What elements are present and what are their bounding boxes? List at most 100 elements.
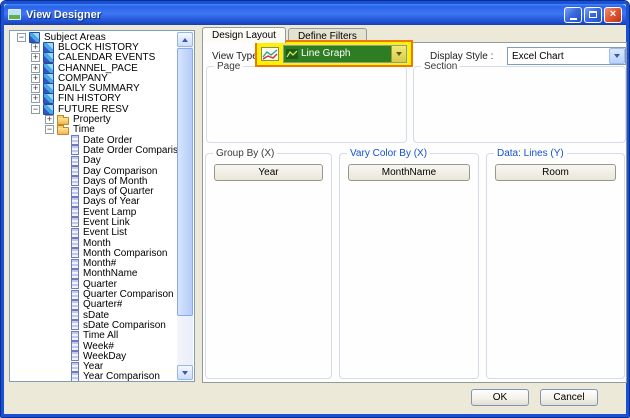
tree-expander[interactable]: + <box>45 115 54 124</box>
view-type-dropdown-button[interactable] <box>391 46 406 62</box>
tree-item[interactable]: Month Comparison <box>11 248 177 258</box>
tree-item-icon <box>71 176 79 186</box>
ok-button[interactable]: OK <box>471 389 529 406</box>
tree-item-label: Year Comparison <box>83 371 160 381</box>
tree-item[interactable]: + COMPANY <box>11 73 177 83</box>
tree-expander[interactable]: − <box>17 33 26 42</box>
design-layout-page: View Type : Line Graph Display Style : E… <box>202 42 627 383</box>
tree-item-icon <box>71 166 79 176</box>
scroll-up-button[interactable] <box>177 32 193 47</box>
tree-item[interactable]: − Time <box>11 125 177 135</box>
tree-item[interactable]: MonthName <box>11 269 177 279</box>
scroll-down-icon <box>182 371 188 375</box>
scrollbar-thumb[interactable] <box>177 48 193 316</box>
tree-expander[interactable]: + <box>31 43 40 52</box>
view-type-select[interactable]: Line Graph <box>283 45 407 63</box>
tree-item[interactable]: Time All <box>11 331 177 341</box>
tree-item[interactable]: Week# <box>11 341 177 351</box>
tree-item[interactable]: Year Comparison <box>11 372 177 381</box>
tree-item-icon <box>71 145 79 155</box>
tree-expander[interactable]: + <box>31 64 40 73</box>
tree-expander[interactable]: + <box>31 84 40 93</box>
tree-item[interactable]: Date Order Comparison <box>11 145 177 155</box>
tree-expander[interactable]: + <box>31 53 40 62</box>
title-bar[interactable]: View Designer × <box>4 4 626 25</box>
tree-item[interactable]: Event Link <box>11 217 177 227</box>
tree-item[interactable]: Day <box>11 156 177 166</box>
tree-item[interactable]: + Property <box>11 114 177 124</box>
tree-expander[interactable]: − <box>45 125 54 134</box>
tree-item-icon <box>71 238 79 248</box>
tree-item[interactable]: sDate <box>11 310 177 320</box>
tree-item-icon <box>71 269 79 279</box>
tree-item-icon <box>71 320 79 330</box>
tab-design-layout[interactable]: Design Layout <box>202 27 286 43</box>
group-by-label: Group By (X) <box>213 148 277 159</box>
tree-item[interactable]: Year <box>11 362 177 372</box>
tree-item[interactable]: − FUTURE RESV <box>11 104 177 114</box>
tree-expander[interactable]: + <box>31 94 40 103</box>
tree-item[interactable]: Quarter Comparison <box>11 289 177 299</box>
cancel-button[interactable]: Cancel <box>540 389 598 406</box>
tree-item-icon <box>71 248 79 258</box>
tree-item[interactable]: + CALENDAR EVENTS <box>11 53 177 63</box>
tree-item-icon <box>71 228 79 238</box>
field-room[interactable]: Room <box>495 164 616 181</box>
tree-item-icon <box>71 331 79 341</box>
tree-item[interactable]: Date Order <box>11 135 177 145</box>
tree-item-icon <box>71 197 79 207</box>
tree-item-icon <box>57 117 69 125</box>
window-title: View Designer <box>26 9 564 21</box>
tree-item[interactable]: + CHANNEL_PACE <box>11 63 177 73</box>
tree-item[interactable]: Day Comparison <box>11 166 177 176</box>
tree-scrollbar[interactable] <box>177 32 193 380</box>
tree-item[interactable]: Event List <box>11 228 177 238</box>
field-monthname[interactable]: MonthName <box>348 164 470 181</box>
page-groupbox: Page <box>206 66 407 143</box>
display-style-select[interactable]: Excel Chart <box>507 47 626 65</box>
scroll-down-button[interactable] <box>177 365 193 380</box>
data-lines-label: Data: Lines (Y) <box>494 148 567 159</box>
tree-item-icon <box>71 300 79 310</box>
tree: − Subject Areas + BLOCK HISTORY + CALEND… <box>11 32 177 381</box>
tree-item[interactable]: Month# <box>11 259 177 269</box>
tree-item[interactable]: Days of Quarter <box>11 186 177 196</box>
tree-item-icon <box>71 351 79 361</box>
tree-expander[interactable]: − <box>31 105 40 114</box>
tree-item[interactable]: Days of Month <box>11 176 177 186</box>
line-graph-icon <box>261 47 279 61</box>
tree-item[interactable]: + BLOCK HISTORY <box>11 42 177 52</box>
tree-item[interactable]: Month <box>11 238 177 248</box>
tree-item-icon <box>43 63 54 74</box>
tree-item[interactable]: Quarter# <box>11 300 177 310</box>
tree-item-icon <box>71 207 79 217</box>
tree-item[interactable]: Days of Year <box>11 197 177 207</box>
vary-color-by-groupbox: Vary Color By (X) MonthName <box>339 153 479 379</box>
maximize-button[interactable] <box>584 7 602 23</box>
view-type-highlight: Line Graph <box>255 40 413 67</box>
chevron-down-icon <box>396 52 402 56</box>
tree-item-icon <box>71 217 79 227</box>
minimize-button[interactable] <box>564 7 582 23</box>
subject-areas-tree: − Subject Areas + BLOCK HISTORY + CALEND… <box>9 30 195 382</box>
tree-item[interactable]: Event Lamp <box>11 207 177 217</box>
tree-item[interactable]: + FIN HISTORY <box>11 94 177 104</box>
data-lines-groupbox: Data: Lines (Y) Room <box>486 153 625 379</box>
maximize-icon <box>589 11 597 18</box>
tree-expander[interactable]: + <box>31 74 40 83</box>
field-year[interactable]: Year <box>214 164 323 181</box>
tree-item[interactable]: WeekDay <box>11 351 177 361</box>
close-button[interactable]: × <box>604 7 622 23</box>
page-label: Page <box>214 61 243 72</box>
tree-item-icon <box>71 341 79 351</box>
tree-item[interactable]: − Subject Areas <box>11 32 177 42</box>
line-graph-mini-icon <box>286 49 298 59</box>
tree-item-icon <box>71 310 79 320</box>
tree-item[interactable]: sDate Comparison <box>11 320 177 330</box>
view-type-value: Line Graph <box>301 48 391 59</box>
view-designer-dialog: View Designer × − Subject Areas + BLOCK … <box>0 0 630 418</box>
tree-item[interactable]: Quarter <box>11 279 177 289</box>
display-style-value: Excel Chart <box>508 51 609 62</box>
tree-item[interactable]: + DAILY SUMMARY <box>11 83 177 93</box>
display-style-dropdown-button[interactable] <box>609 48 625 64</box>
